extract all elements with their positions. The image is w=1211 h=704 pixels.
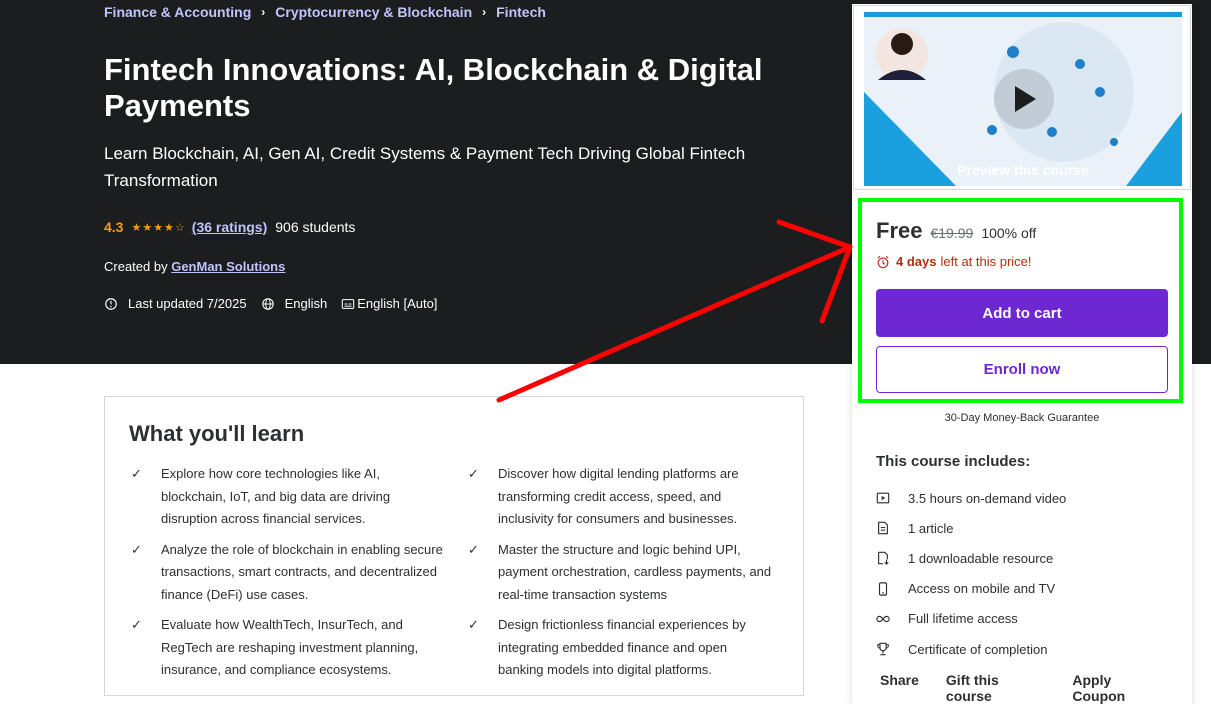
breadcrumb-item-fintech[interactable]: Fintech [496, 4, 546, 20]
course-actions: Share Gift this course Apply Coupon [880, 672, 1192, 704]
last-updated: Last updated 7/2025 [128, 296, 247, 311]
rating-row: 4.3 ★★★★☆ (36 ratings) 906 students [104, 219, 355, 235]
preview-thumbnail: Preview this course [864, 12, 1182, 186]
check-icon: ✓ [468, 466, 479, 481]
star-rating-icon: ★★★★☆ [131, 221, 186, 234]
includes-list: 3.5 hours on-demand video 1 article 1 do… [876, 483, 1066, 664]
check-icon: ✓ [131, 617, 142, 632]
language: English [284, 296, 328, 311]
course-preview[interactable]: Preview this course [853, 5, 1191, 190]
discount-percent: 100% off [981, 225, 1037, 241]
list-item: ✓ Design frictionless financial experienc… [466, 614, 776, 682]
breadcrumb-item-crypto[interactable]: Cryptocurrency & Blockchain [275, 4, 472, 20]
list-item: Full lifetime access [876, 604, 1066, 634]
mobile-icon [878, 581, 888, 596]
learn-title: What you'll learn [129, 421, 305, 446]
money-back-guarantee: 30-Day Money-Back Guarantee [944, 412, 1100, 424]
original-price: €19.99 [930, 225, 974, 241]
check-icon: ✓ [131, 466, 142, 481]
breadcrumb: Finance & Accounting › Cryptocurrency & … [104, 4, 546, 20]
enroll-now-button[interactable]: Enroll now [876, 346, 1168, 393]
chevron-right-icon: › [482, 5, 487, 19]
globe-icon [261, 297, 274, 310]
trophy-icon [877, 642, 889, 656]
alarm-clock-icon [877, 255, 889, 268]
what-youll-learn: What you'll learn ✓ Explore how core tech… [104, 396, 804, 696]
video-icon [876, 492, 890, 504]
purchase-sidebar: Preview this course Free €19.99 100% off… [852, 4, 1192, 704]
list-item: ✓ Master the structure and logic behind U… [466, 539, 776, 607]
breadcrumb-item-finance[interactable]: Finance & Accounting [104, 4, 251, 20]
list-item: ✓ Analyze the role of blockchain in enabl… [129, 539, 466, 607]
infinity-icon [876, 615, 890, 623]
check-icon: ✓ [131, 541, 142, 557]
ratings-link[interactable]: (36 ratings) [192, 219, 267, 235]
list-item: Access on mobile and TV [876, 574, 1066, 604]
current-price: Free [876, 218, 923, 243]
apply-coupon-button[interactable]: Apply Coupon [1072, 672, 1165, 704]
course-subtitle: Learn Blockchain, AI, Gen AI, Credit Sys… [104, 144, 746, 190]
course-meta: Last updated 7/2025 English English [Aut… [104, 296, 451, 311]
share-button[interactable]: Share [880, 672, 919, 704]
list-item: 3.5 hours on-demand video [876, 483, 1066, 513]
price-timer: 4 days left at this price! [876, 254, 1032, 269]
list-item: Certificate of completion [876, 634, 1066, 664]
price-row: Free €19.99 100% off [876, 218, 1036, 244]
check-icon: ✓ [468, 541, 479, 557]
preview-illustration [864, 12, 1182, 186]
timer-days: 4 days [896, 254, 937, 269]
student-count: 906 students [275, 219, 356, 235]
add-to-cart-button[interactable]: Add to cart [876, 289, 1168, 337]
article-icon [878, 522, 888, 535]
preview-label[interactable]: Preview this course [864, 162, 1182, 178]
learn-list: ✓ Explore how core technologies like AI, … [129, 463, 779, 682]
list-item: 1 article [876, 513, 1066, 543]
created-by: Created by GenMan Solutions [104, 259, 285, 274]
rating-number: 4.3 [104, 219, 124, 235]
captions: English [Auto] [357, 296, 438, 311]
captions-icon [341, 298, 355, 309]
list-item: 1 downloadable resource [876, 543, 1066, 573]
chevron-right-icon: › [261, 5, 266, 19]
download-icon [878, 552, 889, 566]
course-title: Fintech Innovations: AI, Blockchain & Di… [104, 52, 763, 123]
author-link[interactable]: GenMan Solutions [171, 259, 285, 274]
gift-course-button[interactable]: Gift this course [946, 672, 1045, 704]
check-icon: ✓ [468, 617, 479, 632]
timer-text: left at this price! [940, 254, 1032, 269]
list-item: ✓ Evaluate how WealthTech, InsurTech, and… [129, 614, 466, 682]
includes-title: This course includes: [876, 453, 1031, 470]
list-item: ✓ Explore how core technologies like AI, … [129, 463, 466, 531]
alert-badge-icon [105, 297, 117, 310]
list-item: ✓ Discover how digital lending platforms … [466, 463, 776, 531]
created-by-label: Created by [104, 259, 168, 274]
